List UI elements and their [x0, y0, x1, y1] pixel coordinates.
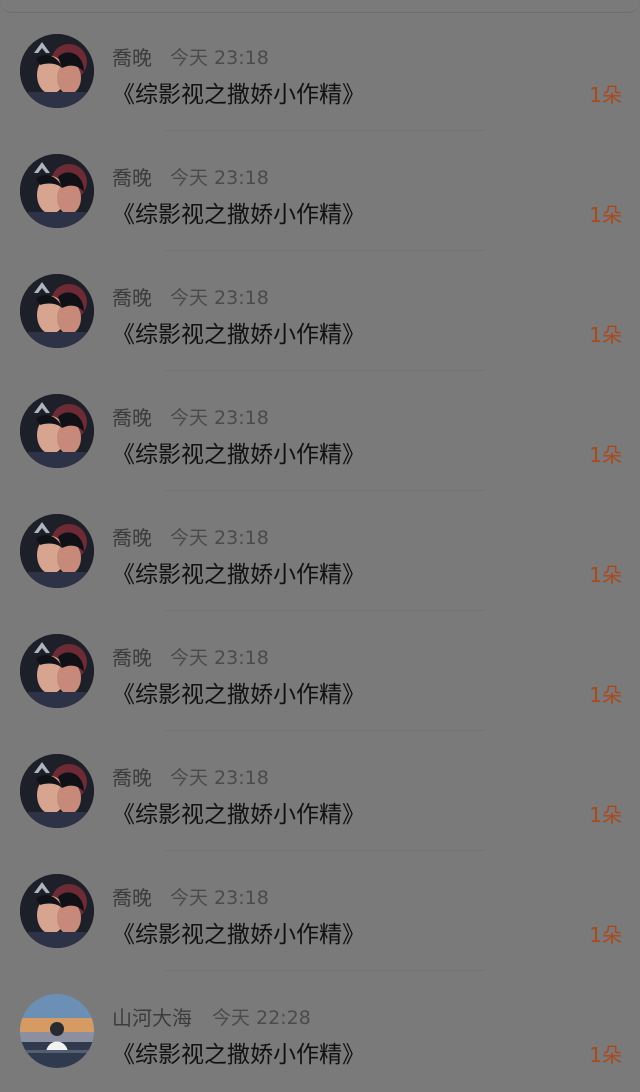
gift-amount: 1朵 [589, 563, 622, 587]
book-title[interactable]: 《综影视之撒娇小作精》 [112, 555, 365, 589]
username[interactable]: 喬晚 [112, 402, 152, 431]
user-avatar[interactable] [20, 874, 94, 948]
timestamp: 今天 23:18 [170, 407, 269, 429]
timestamp: 今天 23:18 [170, 47, 269, 69]
gift-amount: 1朵 [589, 1043, 622, 1067]
gift-amount: 1朵 [589, 83, 622, 107]
gift-record-row[interactable]: 山河大海 今天 22:28 《综影视之撒娇小作精》 1朵 [0, 972, 640, 1092]
book-title[interactable]: 《综影视之撒娇小作精》 [112, 435, 365, 469]
gift-record-row[interactable]: 喬晚 今天 23:18 《综影视之撒娇小作精》 1朵 [0, 12, 640, 132]
gift-amount: 1朵 [589, 323, 622, 347]
username[interactable]: 喬晚 [112, 42, 152, 71]
gift-amount: 1朵 [589, 803, 622, 827]
username[interactable]: 喬晚 [112, 522, 152, 551]
book-title[interactable]: 《综影视之撒娇小作精》 [112, 675, 365, 709]
username[interactable]: 喬晚 [112, 642, 152, 671]
gift-record-row[interactable]: 喬晚 今天 23:18 《综影视之撒娇小作精》 1朵 [0, 372, 640, 492]
timestamp: 今天 23:18 [170, 767, 269, 789]
portrait-avatar-image [20, 634, 94, 708]
gift-record-list: 喬晚 今天 23:18 《综影视之撒娇小作精》 1朵 喬晚 今天 23:18 《… [0, 12, 640, 1092]
row-divider [165, 730, 485, 731]
gift-amount: 1朵 [589, 923, 622, 947]
book-title[interactable]: 《综影视之撒娇小作精》 [112, 195, 365, 229]
gift-record-row[interactable]: 喬晚 今天 23:18 《综影视之撒娇小作精》 1朵 [0, 132, 640, 252]
username[interactable]: 喬晚 [112, 882, 152, 911]
portrait-avatar-image [20, 274, 94, 348]
portrait-avatar-image [20, 874, 94, 948]
gift-record-row[interactable]: 喬晚 今天 23:18 《综影视之撒娇小作精》 1朵 [0, 492, 640, 612]
book-title[interactable]: 《综影视之撒娇小作精》 [112, 1035, 365, 1069]
book-title[interactable]: 《综影视之撒娇小作精》 [112, 915, 365, 949]
timestamp: 今天 23:18 [170, 287, 269, 309]
gift-amount: 1朵 [589, 203, 622, 227]
book-title[interactable]: 《综影视之撒娇小作精》 [112, 75, 365, 109]
row-divider [165, 130, 485, 131]
user-avatar[interactable] [20, 754, 94, 828]
row-divider [165, 850, 485, 851]
portrait-avatar-image [20, 154, 94, 228]
portrait-avatar-image [20, 34, 94, 108]
gift-amount: 1朵 [589, 443, 622, 467]
timestamp: 今天 23:18 [170, 887, 269, 909]
portrait-avatar-image [20, 514, 94, 588]
book-title[interactable]: 《综影视之撒娇小作精》 [112, 315, 365, 349]
gift-record-row[interactable]: 喬晚 今天 23:18 《综影视之撒娇小作精》 1朵 [0, 612, 640, 732]
username[interactable]: 山河大海 [112, 1002, 192, 1031]
user-avatar[interactable] [20, 394, 94, 468]
row-divider [165, 370, 485, 371]
gift-record-row[interactable]: 喬晚 今天 23:18 《综影视之撒娇小作精》 1朵 [0, 852, 640, 972]
user-avatar[interactable] [20, 634, 94, 708]
user-avatar[interactable] [20, 994, 94, 1068]
gift-record-row[interactable]: 喬晚 今天 23:18 《综影视之撒娇小作精》 1朵 [0, 252, 640, 372]
username[interactable]: 喬晚 [112, 162, 152, 191]
username[interactable]: 喬晚 [112, 762, 152, 791]
timestamp: 今天 22:28 [212, 1007, 311, 1029]
user-avatar[interactable] [20, 514, 94, 588]
timestamp: 今天 23:18 [170, 647, 269, 669]
gift-record-row[interactable]: 喬晚 今天 23:18 《综影视之撒娇小作精》 1朵 [0, 732, 640, 852]
portrait-avatar-image [20, 394, 94, 468]
user-avatar[interactable] [20, 34, 94, 108]
portrait-avatar-image [20, 754, 94, 828]
row-divider [165, 250, 485, 251]
row-divider [165, 610, 485, 611]
sunset-avatar-image [20, 994, 94, 1068]
timestamp: 今天 23:18 [170, 167, 269, 189]
user-avatar[interactable] [20, 274, 94, 348]
row-divider [165, 970, 485, 971]
user-avatar[interactable] [20, 154, 94, 228]
timestamp: 今天 23:18 [170, 527, 269, 549]
row-divider [165, 490, 485, 491]
book-title[interactable]: 《综影视之撒娇小作精》 [112, 795, 365, 829]
gift-amount: 1朵 [589, 683, 622, 707]
username[interactable]: 喬晚 [112, 282, 152, 311]
